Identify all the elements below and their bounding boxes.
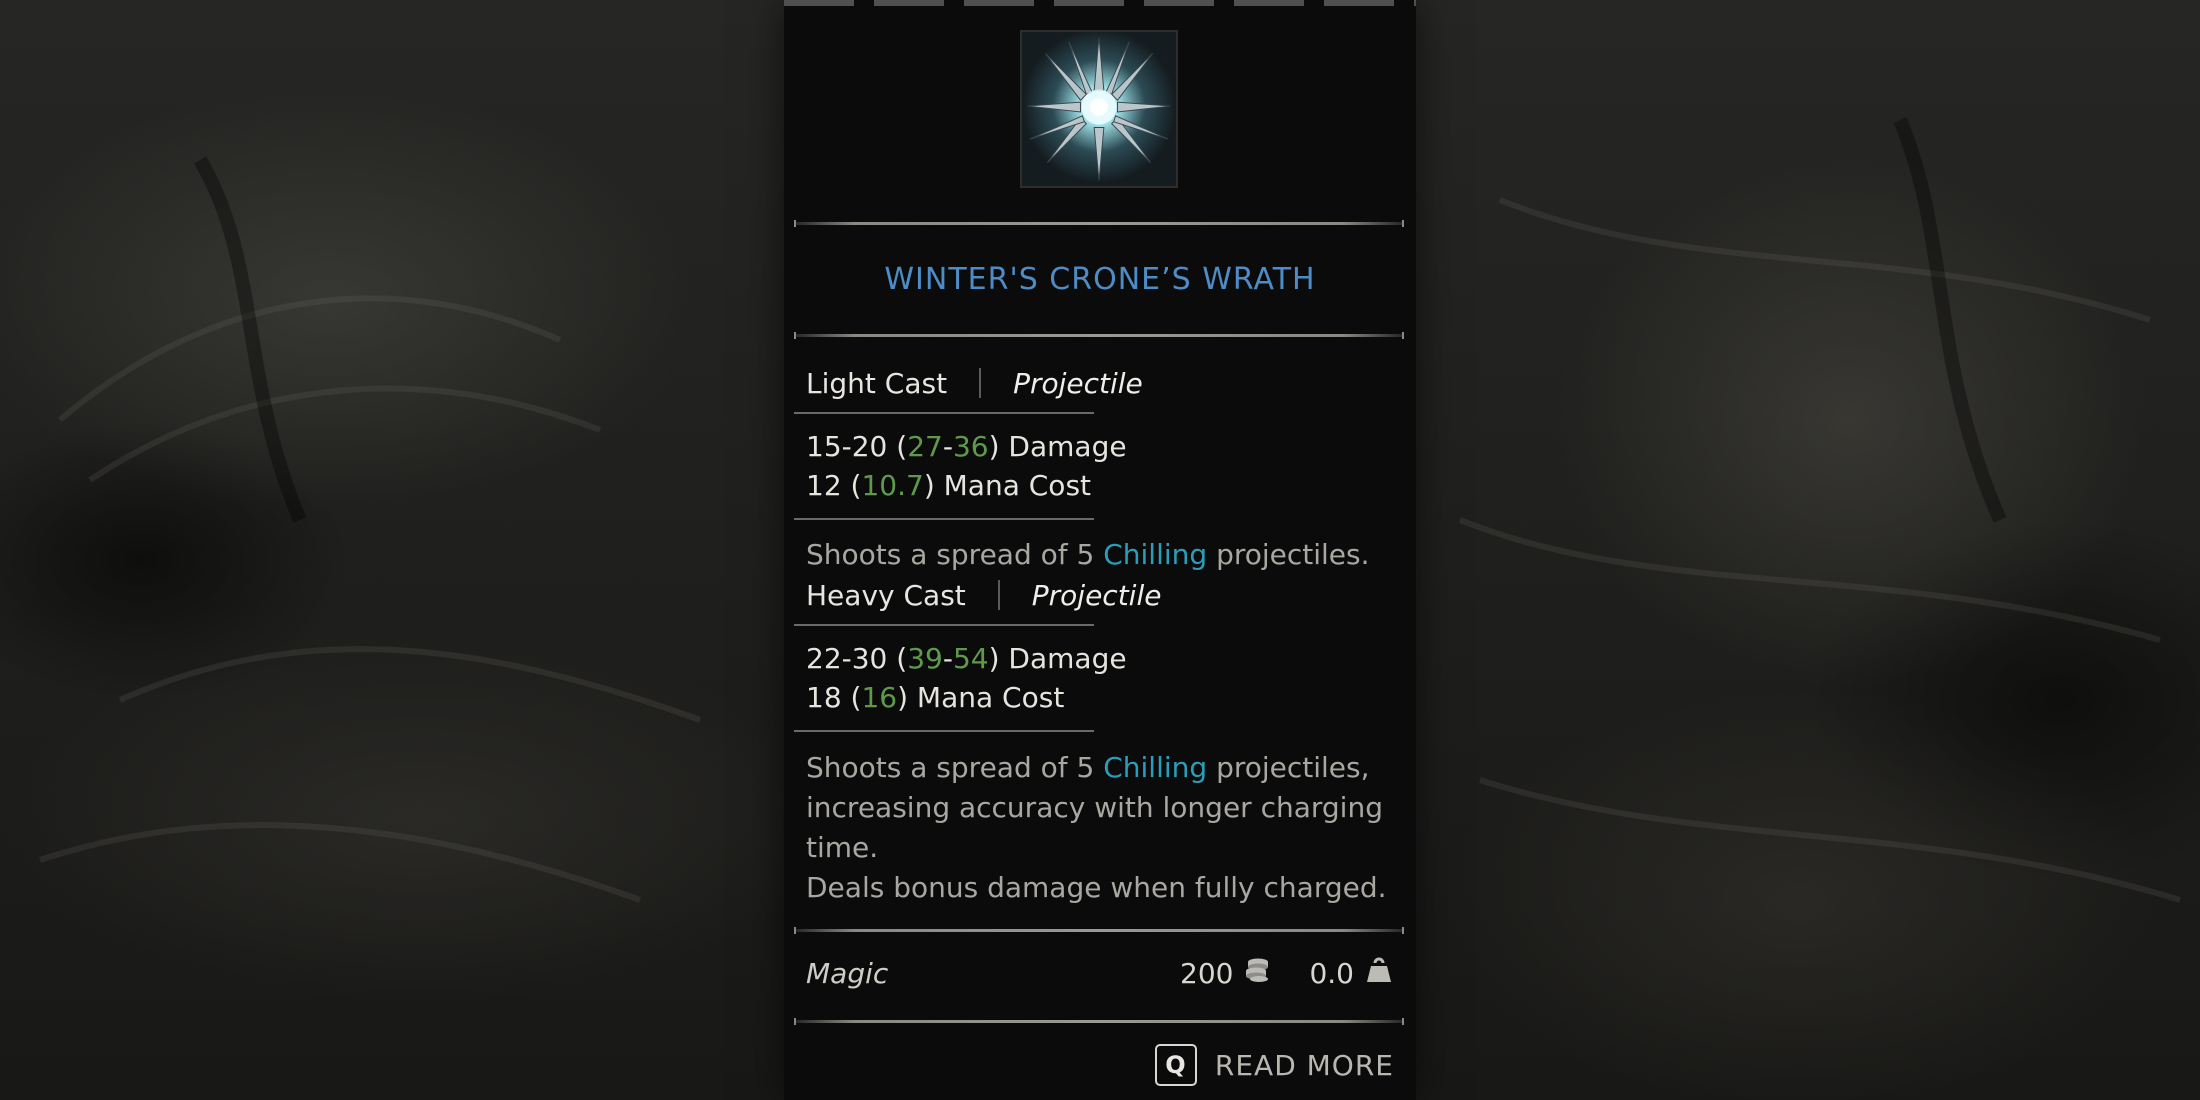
divider — [794, 730, 1094, 732]
heavy-cast-header: Heavy Cast Projectile — [806, 575, 1161, 615]
dash: - — [942, 430, 953, 463]
paren-open: ( — [841, 681, 862, 714]
damage-bonus-high: 36 — [952, 430, 989, 463]
ice-shard-burst-icon — [1022, 32, 1176, 186]
damage-base-value: 15-20 — [806, 430, 888, 463]
heavy-cast-type: Projectile — [1031, 578, 1162, 612]
coin-stack-icon — [1243, 955, 1273, 992]
header-separator — [997, 580, 1000, 610]
spell-title: WINTER'S CRONE’S WRATH — [884, 262, 1316, 297]
item-value-weight: 200 0.0 — [1180, 955, 1394, 992]
header-separator — [979, 368, 982, 398]
light-cast-header: Light Cast Projectile — [806, 363, 1143, 403]
divider — [794, 332, 1404, 339]
damage-base-value: 22-30 — [806, 642, 888, 675]
divider — [794, 220, 1404, 227]
spell-icon-frame — [1020, 30, 1178, 188]
mana-base-value: 18 — [806, 681, 842, 714]
price-value: 200 — [1180, 957, 1234, 990]
desc-text-bonus: Deals bonus damage when fully charged. — [806, 871, 1387, 904]
chilling-keyword[interactable]: Chilling — [1103, 538, 1207, 571]
item-rarity: Magic — [806, 957, 889, 990]
mana-base-value: 12 — [806, 469, 842, 502]
damage-bonus-low: 39 — [907, 642, 943, 675]
desc-text: Shoots a spread of 5 — [806, 538, 1104, 571]
mana-bonus-value: 10.7 — [861, 469, 924, 502]
mana-label: ) Mana Cost — [897, 681, 1065, 714]
damage-bonus-low: 27 — [907, 430, 943, 463]
heavy-cast-label: Heavy Cast — [806, 578, 966, 612]
desc-text: Shoots a spread of 5 — [806, 751, 1104, 784]
mana-bonus-value: 16 — [861, 681, 898, 714]
divider — [794, 927, 1404, 934]
divider — [794, 1018, 1404, 1025]
damage-label: ) Damage — [988, 642, 1127, 675]
light-cast-type: Projectile — [1013, 366, 1143, 400]
divider — [794, 412, 1094, 414]
q-key-hint: Q — [1154, 1044, 1197, 1086]
read-more-label: READ MORE — [1214, 1048, 1394, 1082]
item-tooltip-panel: WINTER'S CRONE’S WRATH Light Cast Projec… — [784, 0, 1416, 1100]
divider — [794, 518, 1094, 520]
light-cast-mana: 12 (10.7) Mana Cost — [806, 469, 1091, 502]
dash: - — [942, 642, 953, 675]
heavy-cast-mana: 18 (16) Mana Cost — [806, 681, 1064, 714]
weight-icon — [1364, 955, 1394, 992]
top-decoration — [784, 0, 1416, 6]
light-cast-damage: 15-20 (27-36) Damage — [806, 430, 1127, 463]
paren-open: ( — [841, 469, 862, 502]
heavy-cast-damage: 22-30 (39-54) Damage — [806, 642, 1127, 675]
weight-value: 0.0 — [1309, 957, 1354, 990]
light-cast-description: Shoots a spread of 5 Chilling projectile… — [806, 535, 1406, 575]
mana-label: ) Mana Cost — [923, 469, 1092, 502]
desc-text: projectiles. — [1207, 538, 1370, 571]
read-more-button[interactable]: Q READ MORE — [1154, 1044, 1394, 1086]
light-cast-label: Light Cast — [806, 366, 948, 400]
divider — [794, 624, 1094, 626]
paren-open: ( — [887, 430, 908, 463]
chilling-keyword[interactable]: Chilling — [1103, 751, 1207, 784]
paren-open: ( — [887, 642, 908, 675]
damage-bonus-high: 54 — [952, 642, 989, 675]
heavy-cast-description: Shoots a spread of 5 Chilling projectile… — [806, 748, 1406, 908]
damage-label: ) Damage — [988, 430, 1127, 463]
